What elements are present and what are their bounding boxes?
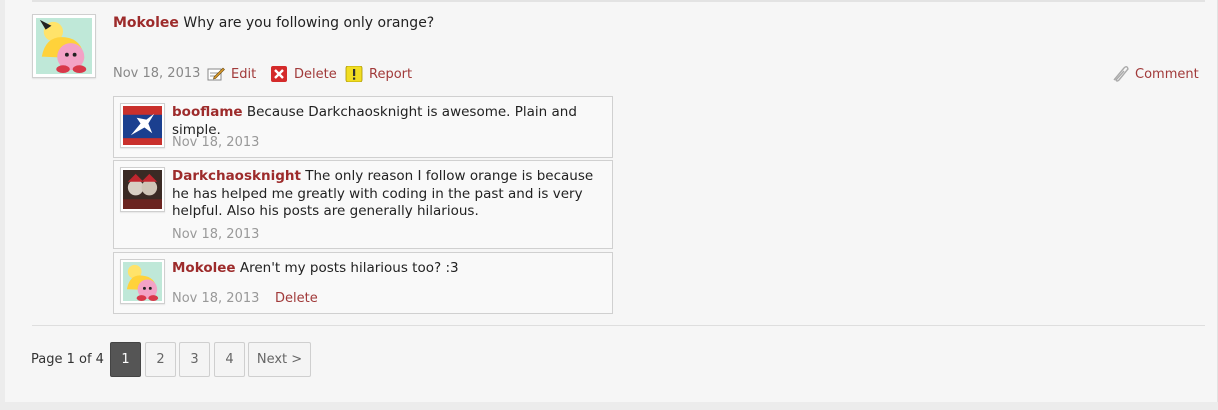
avatar[interactable] xyxy=(120,167,165,212)
post-text: Why are you following only orange? xyxy=(183,15,435,31)
edit-label: Edit xyxy=(231,66,257,82)
profile-post-panel: Mokolee Why are you following only orang… xyxy=(5,0,1218,402)
report-button[interactable]: Report xyxy=(345,65,413,83)
comment-body: Mokolee Aren't my posts hilarious too? :… xyxy=(172,260,602,278)
comment-label: Comment xyxy=(1135,66,1199,82)
post-author-link[interactable]: Mokolee xyxy=(113,15,179,31)
post-date: Nov 18, 2013 xyxy=(113,66,201,81)
report-label: Report xyxy=(369,66,413,82)
comment-date: Nov 18, 2013 xyxy=(172,135,260,150)
delete-label: Delete xyxy=(294,66,337,82)
avatar[interactable] xyxy=(120,259,165,304)
comment-date: Nov 18, 2013 xyxy=(172,291,260,306)
comment-button[interactable]: Comment xyxy=(1111,66,1199,82)
comment-item: booflame Because Darkchaosknight is awes… xyxy=(113,96,613,158)
comment-date: Nov 18, 2013 xyxy=(172,227,260,242)
comment-delete-link[interactable]: Delete xyxy=(275,291,318,306)
delete-button[interactable]: Delete xyxy=(270,66,337,82)
comment-author-link[interactable]: Mokolee xyxy=(172,260,236,276)
comment-author-link[interactable]: booflame xyxy=(172,104,243,120)
comment-item: Mokolee Aren't my posts hilarious too? :… xyxy=(113,252,613,314)
warning-icon xyxy=(345,65,363,83)
avatar[interactable] xyxy=(120,103,165,148)
divider xyxy=(32,325,1205,326)
pagination-label: Page 1 of 4 xyxy=(31,352,104,367)
divider xyxy=(32,0,1205,2)
page-1-button[interactable]: 1 xyxy=(110,342,141,377)
edit-button[interactable]: Edit xyxy=(207,66,256,82)
delete-x-icon xyxy=(270,66,288,82)
paperclip-icon xyxy=(1111,66,1129,82)
post-message: Mokolee Why are you following only orang… xyxy=(113,14,434,32)
comment-item: Darkchaosknight The only reason I follow… xyxy=(113,160,613,249)
comment-body: Darkchaosknight The only reason I follow… xyxy=(172,168,602,221)
comment-body: booflame Because Darkchaosknight is awes… xyxy=(172,104,602,139)
comment-text: Aren't my posts hilarious too? :3 xyxy=(239,260,459,276)
comment-author-link[interactable]: Darkchaosknight xyxy=(172,168,301,184)
page-2-button[interactable]: 2 xyxy=(145,342,176,377)
avatar[interactable] xyxy=(32,14,96,78)
next-page-button[interactable]: Next > xyxy=(248,342,311,377)
page-4-button[interactable]: 4 xyxy=(214,342,245,377)
page-3-button[interactable]: 3 xyxy=(179,342,210,377)
pencil-icon xyxy=(207,66,225,82)
